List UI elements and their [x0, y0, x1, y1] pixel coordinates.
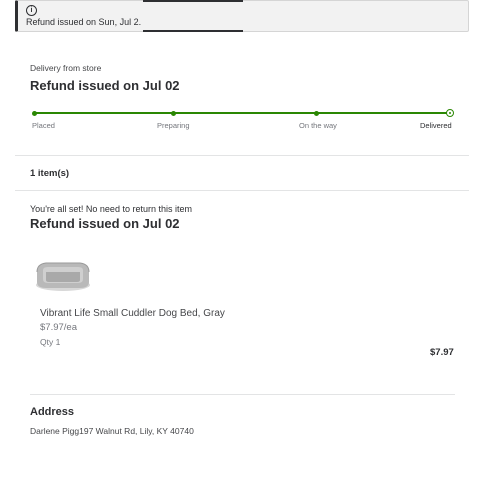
alert-overlay-top [143, 0, 243, 2]
progress-track [34, 112, 450, 114]
step-dot-preparing [171, 110, 176, 116]
product-total: $7.97 [430, 347, 454, 358]
refund-alert-banner: i Refund issued on Sun, Jul 2. [15, 0, 469, 32]
product-unit-price: $7.97/ea [40, 322, 77, 333]
address-heading: Address [30, 406, 75, 418]
dog-bed-image[interactable] [34, 258, 92, 292]
section-divider [15, 190, 469, 191]
step-label-preparing: Preparing [157, 121, 190, 130]
items-status-title: Refund issued on Jul 02 [30, 216, 180, 231]
section-divider [30, 394, 455, 395]
step-dot-on-the-way [314, 110, 319, 116]
delivery-status-title: Refund issued on Jul 02 [30, 78, 180, 93]
alert-overlay-bottom [143, 30, 243, 32]
step-label-delivered: Delivered [420, 121, 452, 130]
step-dot-placed [32, 110, 37, 116]
product-name[interactable]: Vibrant Life Small Cuddler Dog Bed, Gray [40, 308, 225, 319]
product-qty: Qty 1 [40, 337, 61, 347]
info-icon: i [26, 5, 37, 16]
step-label-placed: Placed [32, 121, 55, 130]
item-count: 1 item(s) [30, 168, 70, 179]
alert-text: Refund issued on Sun, Jul 2. [26, 17, 142, 27]
return-note: You're all set! No need to return this i… [30, 204, 192, 214]
delivery-type-label: Delivery from store [30, 63, 102, 73]
section-divider [15, 155, 469, 156]
step-dot-delivered [446, 109, 454, 117]
address-line: Darlene Pigg197 Walnut Rd, Lily, KY 4074… [30, 426, 194, 436]
step-label-on-the-way: On the way [299, 121, 337, 130]
